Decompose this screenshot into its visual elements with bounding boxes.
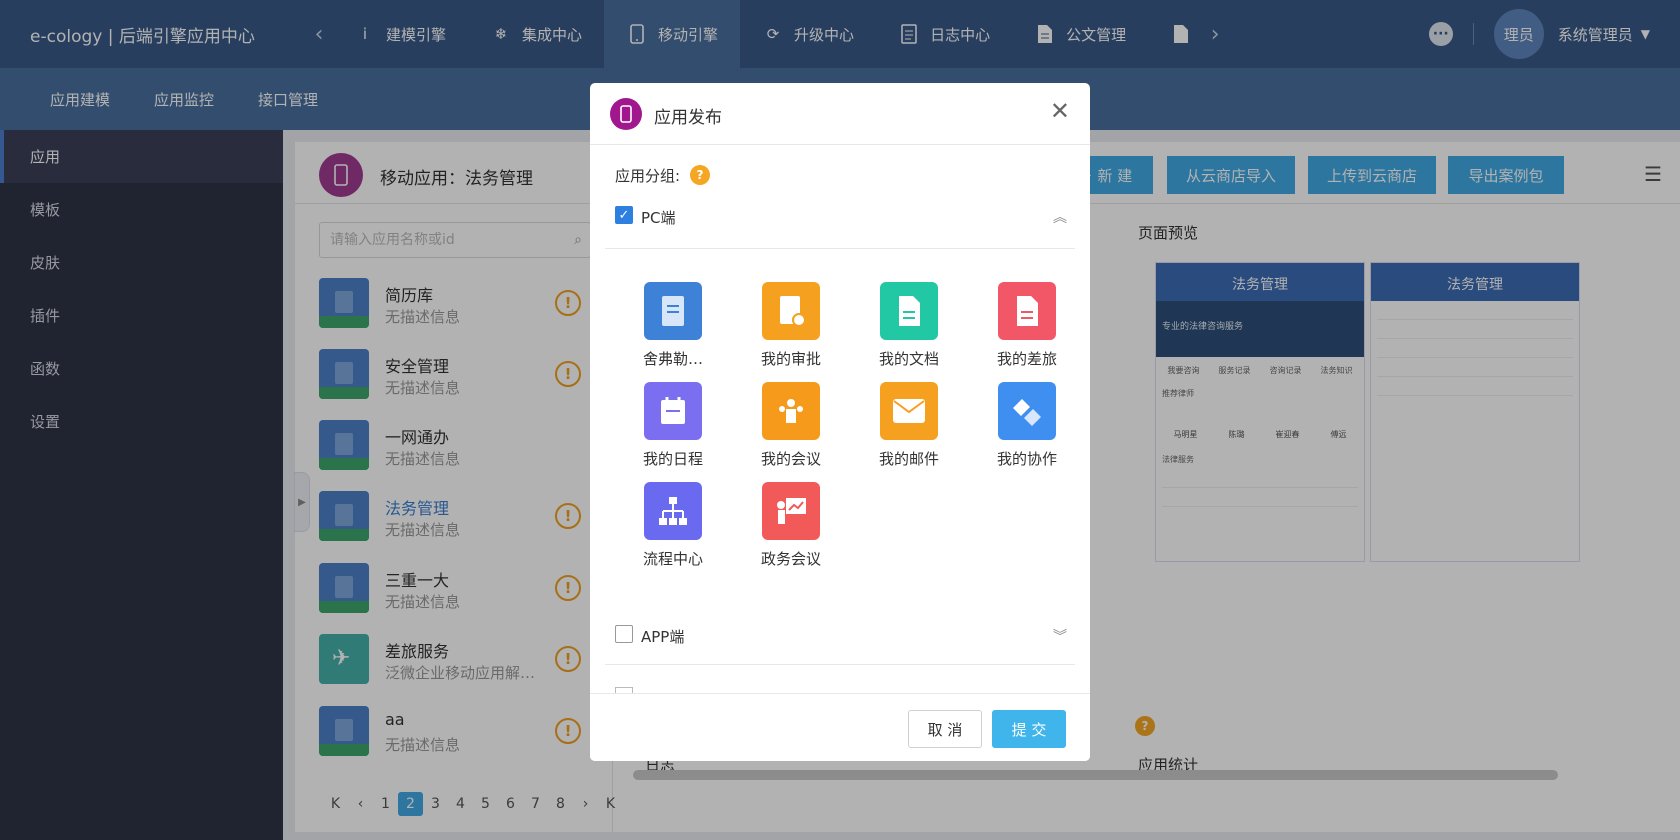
tile-label: 我的文档 (878, 350, 939, 368)
dialog-body: 应用分组: ? ✓ PC端 ︽ 舍弗勒… 我的审批 我的文档 我的差旅 我的日程… (590, 145, 1090, 693)
group-label: 应用分组: (615, 165, 680, 186)
approval-clock-icon (762, 282, 820, 340)
submit-button[interactable]: 提 交 (992, 710, 1066, 748)
handshake-icon (998, 382, 1056, 440)
chevron-down-icon[interactable]: ︾ (1053, 626, 1067, 646)
tile-item[interactable]: 舍弗勒… (620, 282, 730, 372)
app-checkbox[interactable] (615, 625, 633, 643)
document-icon (644, 282, 702, 340)
tile-label: 我的日程 (642, 450, 703, 468)
dialog-header: 应用发布 ✕ (590, 83, 1090, 145)
travel-doc-icon (998, 282, 1056, 340)
tile-item[interactable]: 我的协作 (974, 382, 1084, 472)
tile-label: 我的协作 (996, 450, 1057, 468)
app-section: APP端 ︾ (605, 603, 1075, 665)
calendar-icon (644, 382, 702, 440)
org-chart-icon (644, 482, 702, 540)
meeting-people-icon (762, 382, 820, 440)
tile-item[interactable]: 我的审批 (738, 282, 848, 372)
tile-item[interactable]: 政务会议 (738, 482, 848, 572)
tile-label: 我的会议 (760, 450, 821, 468)
tile-label: 我的差旅 (996, 350, 1057, 368)
tile-label: 舍弗勒… (642, 350, 703, 368)
tile-item[interactable]: 我的差旅 (974, 282, 1084, 372)
tile-item[interactable]: 我的日程 (620, 382, 730, 472)
tile-item[interactable]: 我的邮件 (856, 382, 966, 472)
publish-dialog: 应用发布 ✕ 应用分组: ? ✓ PC端 ︽ 舍弗勒… 我的审批 我的文档 我的… (590, 83, 1090, 761)
tile-label: 我的审批 (760, 350, 821, 368)
chevron-up-icon[interactable]: ︽ (1053, 207, 1067, 227)
mail-icon (880, 382, 938, 440)
dialog-title: 应用发布 (654, 108, 722, 128)
app-label: APP端 (641, 628, 685, 646)
close-icon[interactable]: ✕ (1050, 97, 1070, 125)
dialog-footer: 取 消 提 交 (590, 693, 1090, 761)
pc-section: ✓ PC端 ︽ (605, 193, 1075, 249)
doc-icon (880, 282, 938, 340)
tile-label: 流程中心 (642, 550, 703, 568)
pc-checkbox[interactable]: ✓ (615, 206, 633, 224)
presentation-icon (762, 482, 820, 540)
mobile-phone-icon (610, 98, 642, 130)
help-icon[interactable]: ? (690, 165, 710, 185)
cancel-button[interactable]: 取 消 (908, 710, 982, 748)
tile-label: 政务会议 (760, 550, 821, 568)
tile-item[interactable]: 我的文档 (856, 282, 966, 372)
group-label-text: 应用分组: (615, 167, 681, 185)
tile-item[interactable]: 流程中心 (620, 482, 730, 572)
tile-item[interactable]: 我的会议 (738, 382, 848, 472)
tile-label: 我的邮件 (878, 450, 939, 468)
pc-label: PC端 (641, 209, 676, 227)
